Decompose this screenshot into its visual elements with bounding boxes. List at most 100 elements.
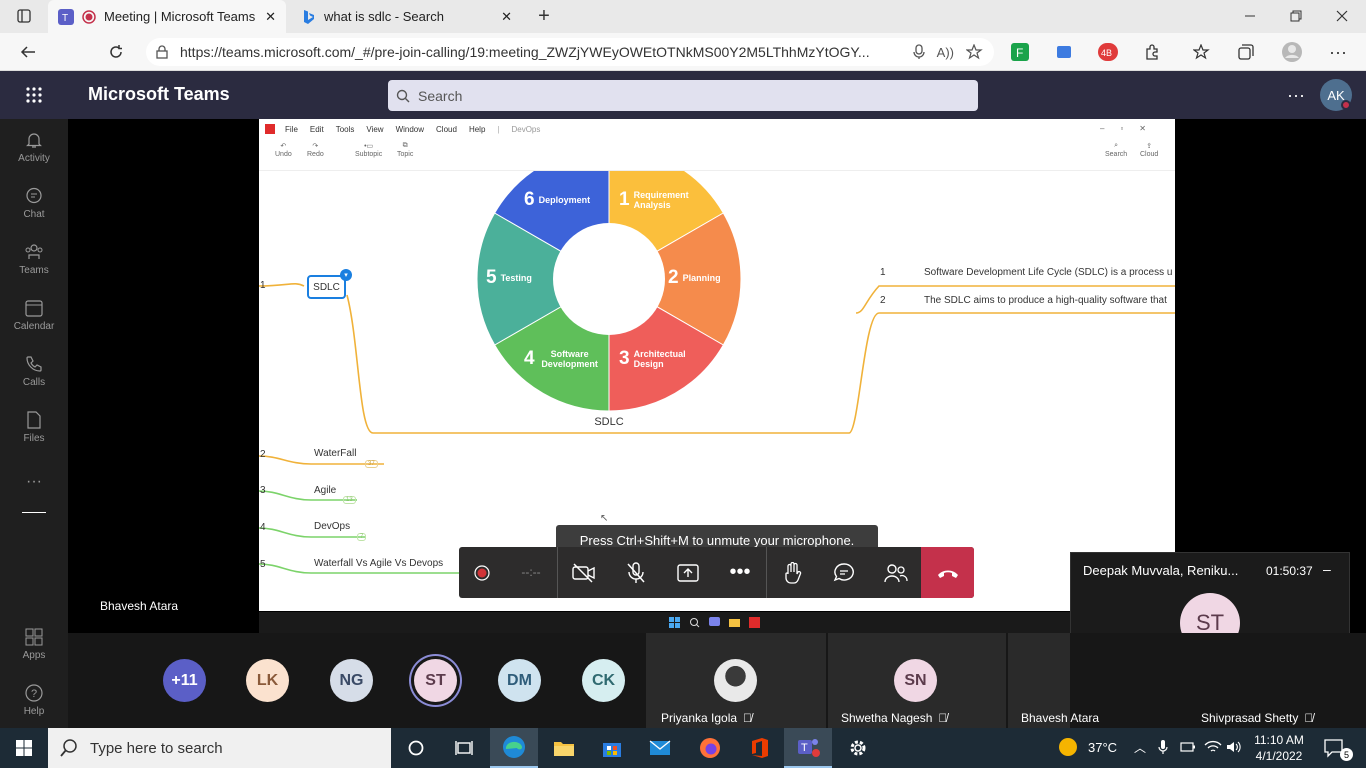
tray-mic-icon[interactable] bbox=[1158, 739, 1168, 755]
clock[interactable]: 11:10 AM 4/1/2022 bbox=[1244, 732, 1314, 764]
mail-icon[interactable] bbox=[636, 728, 684, 768]
favorite-add-icon[interactable] bbox=[966, 44, 984, 60]
hang-up-button[interactable] bbox=[921, 547, 974, 598]
wifi-icon[interactable] bbox=[1204, 740, 1222, 754]
participant-tile[interactable]: Bhavesh Atara bbox=[1008, 633, 1099, 728]
back-icon[interactable] bbox=[12, 36, 44, 68]
extensions-puzzle-icon[interactable] bbox=[1137, 36, 1169, 68]
rail-apps[interactable]: Apps bbox=[0, 616, 68, 672]
file-explorer-icon[interactable] bbox=[540, 728, 588, 768]
chat-button[interactable] bbox=[818, 547, 870, 598]
participant-avatar[interactable]: NG bbox=[330, 659, 373, 702]
app-launcher-icon[interactable] bbox=[18, 79, 50, 111]
rail-files[interactable]: Files bbox=[0, 399, 68, 455]
start-button[interactable] bbox=[0, 728, 48, 768]
restore-icon[interactable] bbox=[1280, 0, 1312, 32]
subtopic-icon: •▭ bbox=[364, 143, 374, 150]
url-field[interactable]: https://teams.microsoft.com/_#/pre-join-… bbox=[146, 38, 994, 66]
mic-icon[interactable] bbox=[913, 44, 925, 60]
participants-button[interactable] bbox=[870, 547, 922, 598]
minimize-icon[interactable] bbox=[1234, 0, 1266, 32]
xmind-app-icon bbox=[749, 617, 760, 628]
participant-avatar[interactable]: DM bbox=[498, 659, 541, 702]
participant-avatar[interactable]: CK bbox=[582, 659, 625, 702]
extension-green-icon[interactable]: F bbox=[1004, 36, 1036, 68]
close-tab-icon[interactable]: ✕ bbox=[265, 9, 276, 25]
taskbar-search-input[interactable]: Type here to search bbox=[48, 728, 391, 768]
search-icon bbox=[396, 89, 410, 103]
rail-chat[interactable]: Chat bbox=[0, 175, 68, 231]
rail-calendar[interactable]: Calendar bbox=[0, 287, 68, 343]
branch-waterfall: WaterFall bbox=[314, 448, 357, 459]
branch-number: 2 bbox=[260, 449, 266, 460]
tray-expand-chevron-icon[interactable]: ︿ bbox=[1134, 739, 1146, 756]
xmind-redo: ↷ Redo bbox=[307, 143, 324, 158]
rail-calls[interactable]: Calls bbox=[0, 343, 68, 399]
close-window-icon[interactable] bbox=[1326, 0, 1358, 32]
camera-off-button[interactable] bbox=[558, 547, 610, 598]
call-timer: --:-- bbox=[521, 565, 541, 579]
rail-help[interactable]: ? Help bbox=[0, 672, 68, 728]
participant-tile[interactable]: SN Shwetha Nagesh 🎙̸ bbox=[828, 633, 1006, 728]
refresh-icon[interactable] bbox=[100, 36, 132, 68]
profile-icon[interactable] bbox=[1276, 36, 1308, 68]
more-options-icon[interactable]: ··· bbox=[1322, 36, 1354, 68]
participant-tile[interactable]: Priyanka Igola 🎙̸ bbox=[646, 633, 826, 728]
battery-icon[interactable] bbox=[1180, 740, 1196, 754]
weather-sun-icon[interactable] bbox=[1059, 738, 1077, 756]
new-tab-icon[interactable]: + bbox=[528, 0, 560, 32]
store-icon[interactable] bbox=[588, 728, 636, 768]
popout-duration: 01:50:37 bbox=[1266, 564, 1313, 578]
xmind-logo-icon bbox=[265, 124, 275, 134]
raise-hand-button[interactable] bbox=[766, 547, 818, 598]
xmind-toolbar: ↶ Undo ↷ Redo •▭ Subtopic ⧉ Topic ⌕ Search ⇪ C… bbox=[259, 139, 1175, 171]
segment-architectual-design: 3 Architectual Design bbox=[619, 348, 686, 369]
cortana-icon[interactable] bbox=[392, 728, 440, 768]
calendar-icon bbox=[25, 299, 43, 317]
edge-taskbar-icon[interactable] bbox=[490, 728, 538, 768]
settings-gear-icon[interactable] bbox=[834, 728, 882, 768]
participant-avatar[interactable]: LK bbox=[246, 659, 289, 702]
weather-temperature[interactable]: 37°C bbox=[1088, 740, 1117, 755]
firefox-icon[interactable] bbox=[686, 728, 734, 768]
close-tab-icon[interactable]: ✕ bbox=[501, 9, 512, 25]
tab-actions-icon[interactable] bbox=[8, 0, 40, 32]
presenter-name: Bhavesh Atara bbox=[100, 599, 179, 613]
participant-avatar-speaking[interactable]: ST bbox=[414, 659, 457, 702]
popout-minimize-icon[interactable]: – bbox=[1323, 561, 1331, 577]
xmind-cloud: ⇪ Cloud bbox=[1140, 143, 1159, 158]
read-aloud-icon[interactable]: A)) bbox=[937, 45, 954, 60]
tab-bing-search[interactable]: what is sdlc - Search ✕ bbox=[292, 0, 522, 33]
office-icon[interactable] bbox=[736, 728, 784, 768]
volume-icon[interactable] bbox=[1226, 740, 1242, 754]
share-screen-icon bbox=[677, 563, 699, 582]
collections-icon[interactable] bbox=[1230, 36, 1262, 68]
rail-activity[interactable]: Activity bbox=[0, 119, 68, 175]
participant-gallery: +11 LK NG ST DM CK Priyanka Igola 🎙̸ SN S… bbox=[68, 633, 1366, 728]
extension-red-icon[interactable]: 4B bbox=[1092, 36, 1124, 68]
browser-tab-bar: T Meeting | Microsoft Teams ✕ what is sd… bbox=[0, 0, 1366, 33]
share-screen-button[interactable] bbox=[662, 547, 714, 598]
extension-blue-icon[interactable] bbox=[1048, 36, 1080, 68]
note-number: 1 bbox=[880, 267, 886, 278]
rail-label: Teams bbox=[19, 264, 49, 276]
teams-search-input[interactable]: Search bbox=[388, 80, 978, 111]
windows-start-icon bbox=[669, 617, 680, 628]
rail-teams[interactable]: Teams bbox=[0, 231, 68, 287]
task-view-icon[interactable] bbox=[440, 728, 488, 768]
xmind-menu-item: Tools bbox=[335, 124, 355, 134]
mic-off-icon: 🎙̸ bbox=[938, 711, 948, 725]
tab-teams-meeting[interactable]: T Meeting | Microsoft Teams ✕ bbox=[48, 0, 286, 33]
favorites-icon[interactable] bbox=[1186, 36, 1218, 68]
teams-taskbar-icon[interactable]: T bbox=[784, 728, 832, 768]
recording-indicator-icon bbox=[459, 547, 505, 598]
settings-more-icon[interactable]: ··· bbox=[1280, 79, 1312, 111]
file-icon bbox=[27, 410, 41, 429]
rail-more-apps-icon[interactable]: ··· bbox=[0, 455, 68, 509]
more-actions-icon[interactable]: ••• bbox=[714, 547, 766, 598]
teams-left-rail: Activity Chat Teams Calendar Calls Files… bbox=[0, 119, 68, 728]
participant-name: Priyanka Igola 🎙̸ bbox=[661, 711, 753, 725]
mic-muted-button[interactable] bbox=[610, 547, 662, 598]
undo-icon: ↶ bbox=[280, 143, 287, 150]
overflow-participants-avatar[interactable]: +11 bbox=[163, 659, 206, 702]
